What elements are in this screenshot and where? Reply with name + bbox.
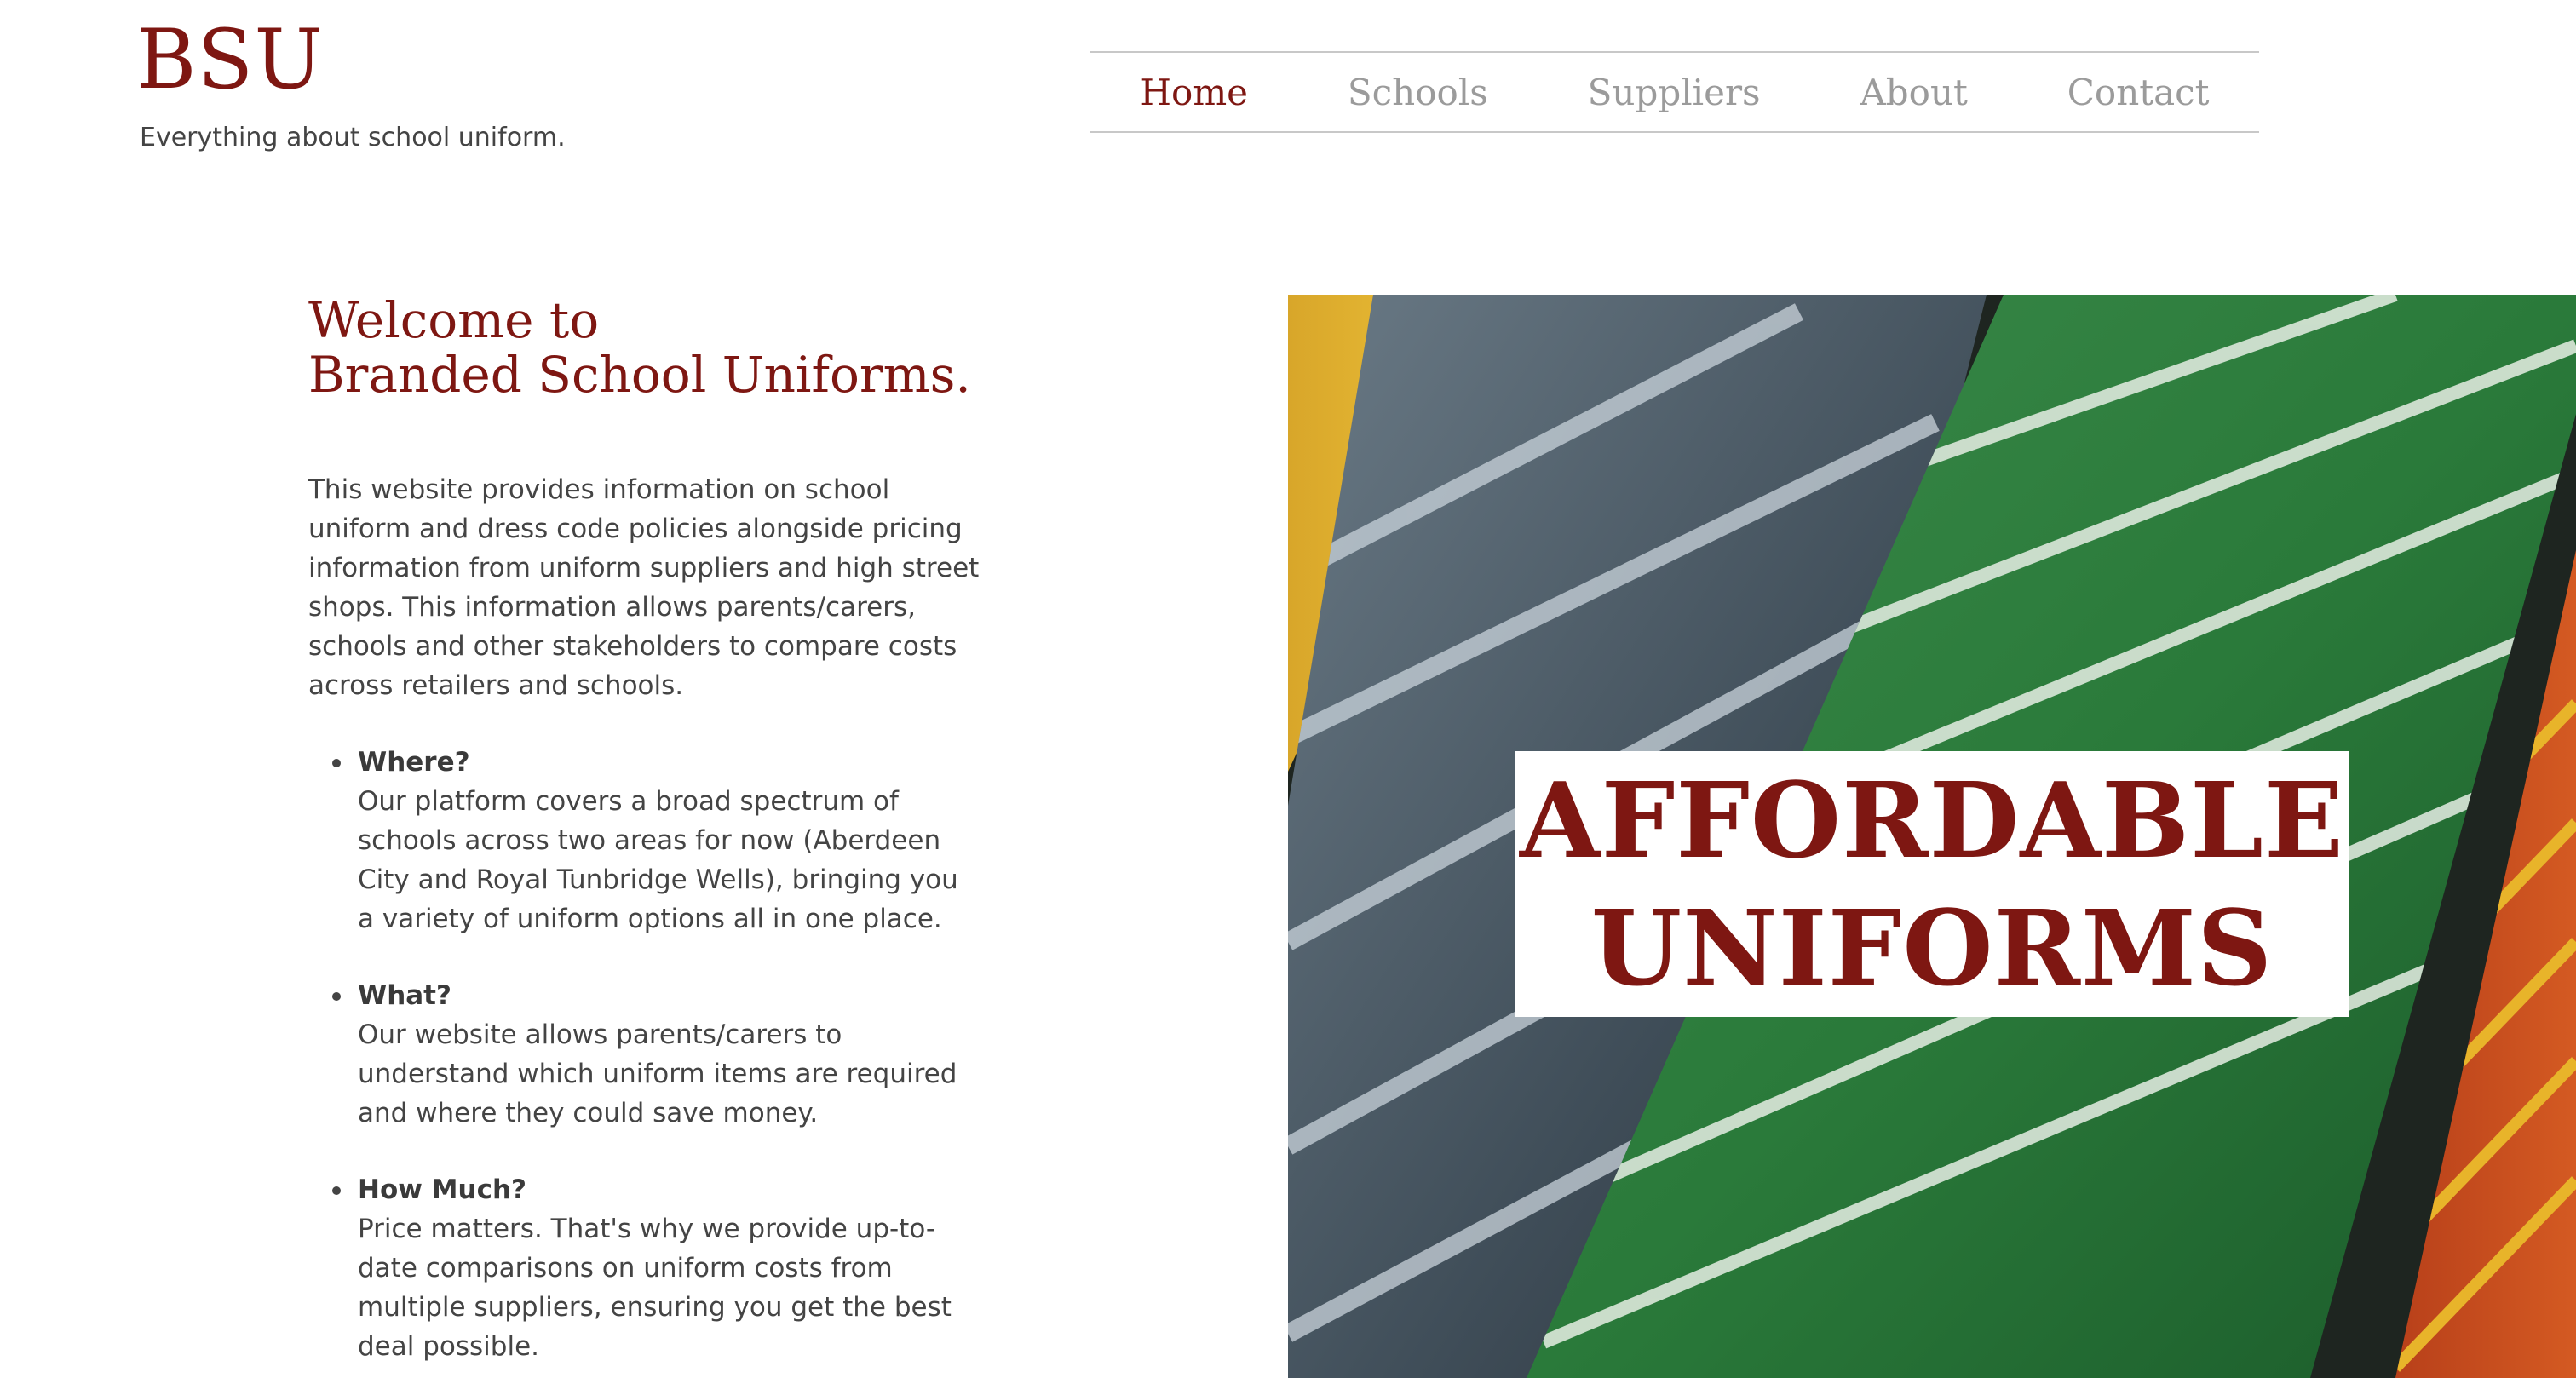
page-title: Welcome to Branded School Uniforms.: [308, 293, 981, 402]
hero-image: AFFORDABLE UNIFORMS: [1288, 295, 2576, 1378]
bullet-icon: [332, 759, 341, 767]
bullet-icon: [332, 1186, 341, 1195]
nav-item-about[interactable]: About: [1860, 72, 1967, 113]
hero-banner: AFFORDABLE UNIFORMS: [1515, 751, 2349, 1017]
main-nav: Home Schools Suppliers About Contact: [1090, 51, 2259, 133]
feature-title: How Much?: [358, 1174, 527, 1205]
nav-item-schools[interactable]: Schools: [1348, 72, 1488, 113]
bullet-icon: [332, 992, 341, 1001]
site-logo[interactable]: BSU: [136, 9, 324, 111]
hero-banner-line-1: AFFORDABLE: [1520, 759, 2344, 881]
feature-item-what: What? Our website allows parents/carers …: [308, 976, 981, 1133]
feature-title: What?: [358, 980, 451, 1011]
feature-item-where: Where? Our platform covers a broad spect…: [308, 743, 981, 939]
feature-text: Price matters. That's why we provide up-…: [358, 1214, 952, 1362]
page-title-line-1: Welcome to: [308, 291, 600, 349]
intro-section: Welcome to Branded School Uniforms. This…: [308, 293, 981, 1378]
feature-text: Our website allows parents/carers to und…: [358, 1019, 957, 1128]
nav-item-suppliers[interactable]: Suppliers: [1588, 72, 1761, 113]
intro-paragraph: This website provides information on sch…: [308, 474, 980, 701]
feature-title: Where?: [358, 747, 470, 778]
feature-text: Our platform covers a broad spectrum of …: [358, 786, 958, 934]
site-tagline: Everything about school uniform.: [140, 123, 566, 152]
hero-banner-line-2: UNIFORMS: [1590, 887, 2274, 1009]
nav-item-home[interactable]: Home: [1140, 72, 1248, 113]
feature-item-how-much: How Much? Price matters. That's why we p…: [308, 1170, 981, 1366]
page-title-line-2: Branded School Uniforms.: [308, 346, 971, 404]
nav-item-contact[interactable]: Contact: [2067, 72, 2210, 113]
feature-list: Where? Our platform covers a broad spect…: [308, 743, 981, 1366]
